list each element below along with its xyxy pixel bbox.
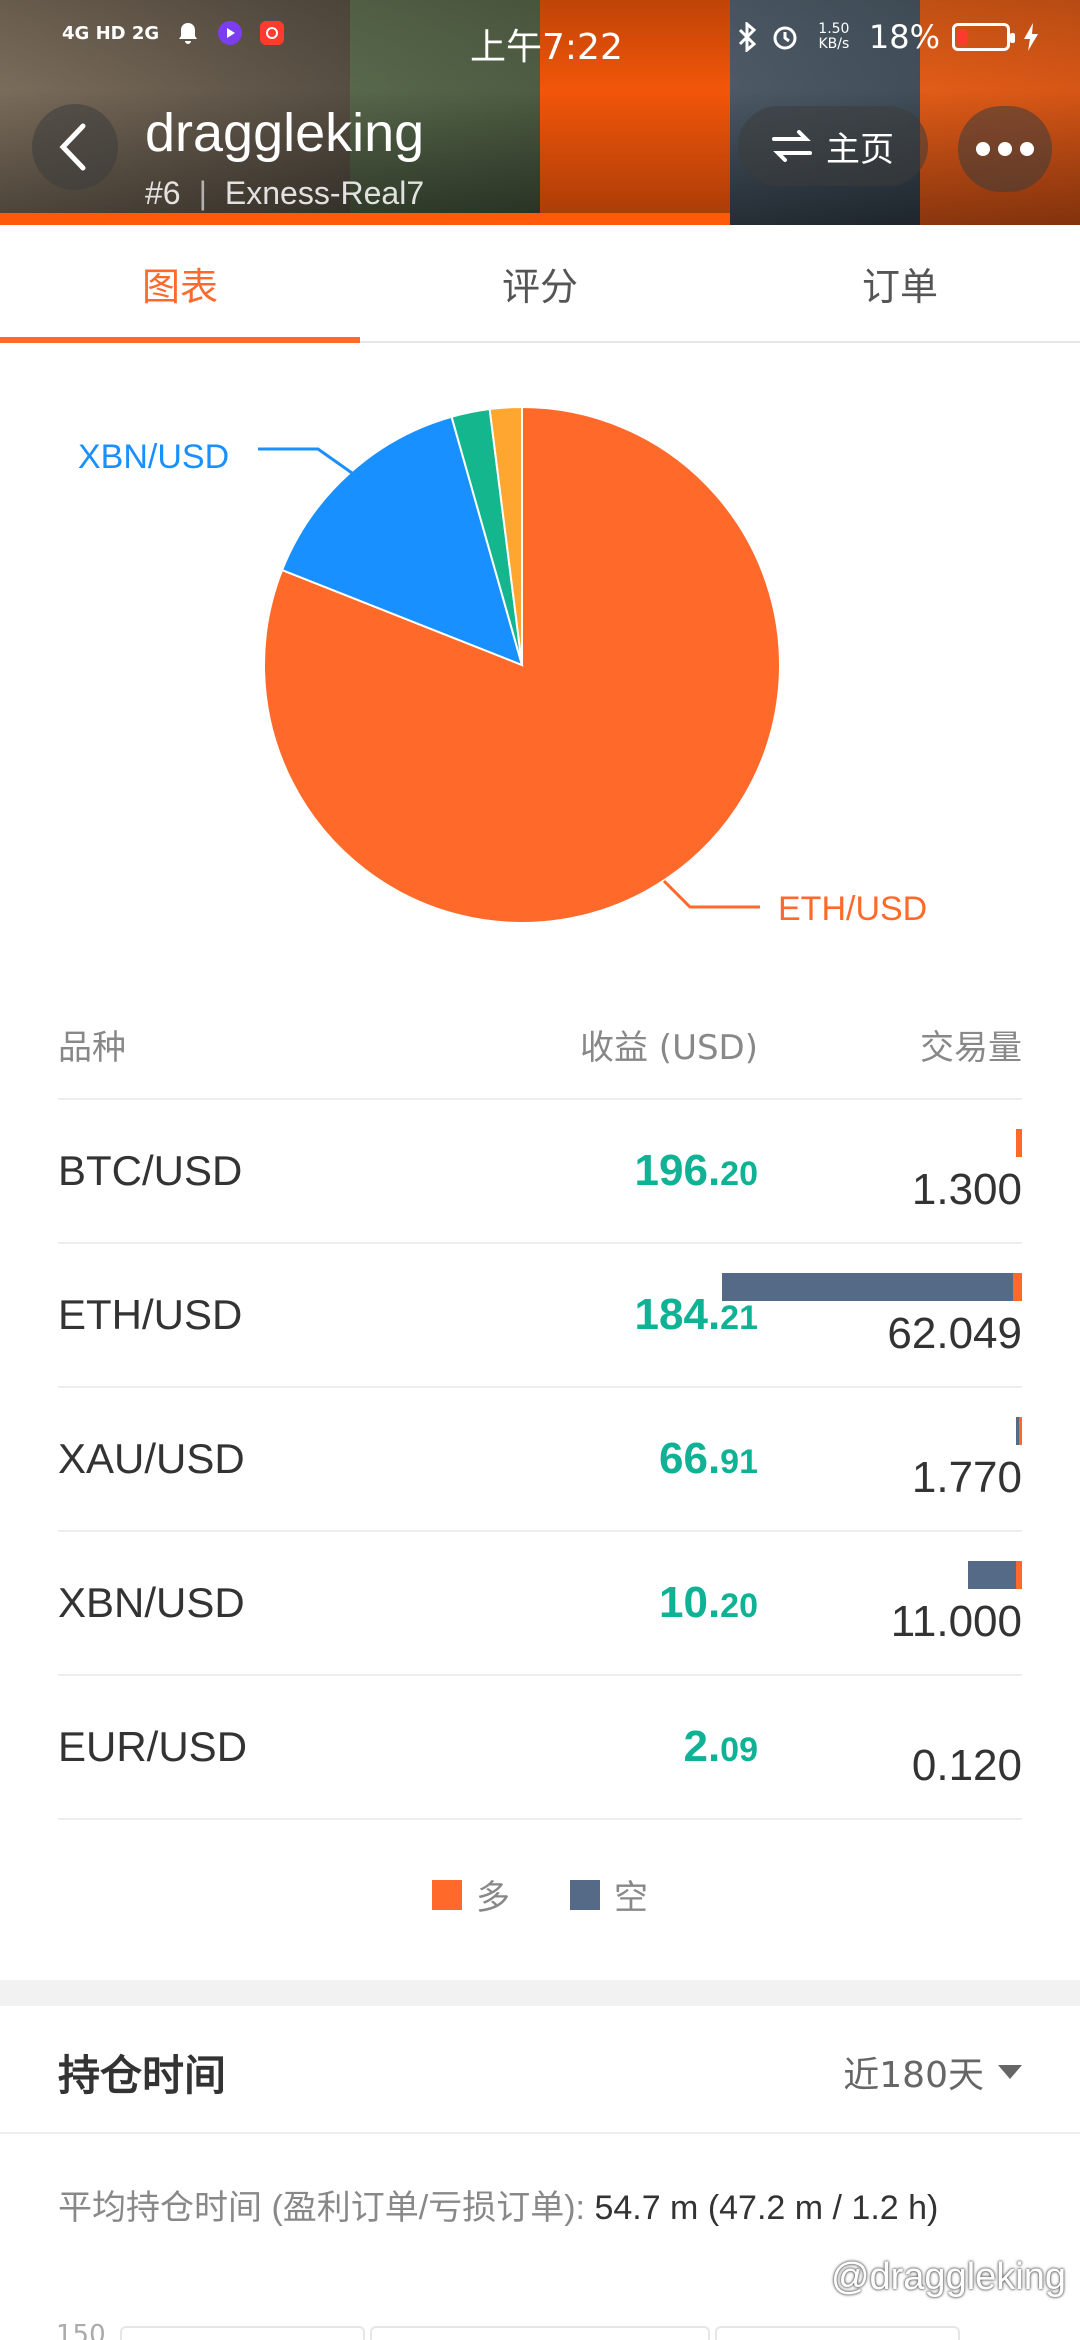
tab-chart[interactable]: 图表 xyxy=(0,225,360,343)
dot-icon xyxy=(998,142,1012,156)
dot-icon xyxy=(976,142,990,156)
row-profit: 10.20 xyxy=(659,1578,758,1627)
volume-bar xyxy=(968,1561,1022,1589)
chart-axis-tick: 150 xyxy=(56,2320,106,2340)
chart-bar-stub xyxy=(370,2326,710,2340)
tab-bar: 图表 评分 订单 xyxy=(0,225,1080,343)
legend-long: 多 xyxy=(432,1870,510,1919)
broker-account: Exness-Real7 xyxy=(224,175,425,211)
bluetooth-icon xyxy=(738,22,757,52)
leader-line-xbn xyxy=(258,447,353,475)
tab-rating[interactable]: 评分 xyxy=(360,225,720,341)
username: draggleking xyxy=(145,103,425,163)
symbol-pie-chart: XBN/USD ETH/USD xyxy=(0,345,1080,965)
symbol-table: 品种 收益 (USD) 交易量 BTC/USD 196.20 1.300 ETH… xyxy=(58,990,1022,1820)
period-dropdown[interactable]: 近180天 xyxy=(843,2046,1022,2098)
table-row[interactable]: XAU/USD 66.91 1.770 xyxy=(58,1388,1022,1532)
watermark: @draggleking xyxy=(784,2256,1066,2299)
volume-bar-long xyxy=(1019,1417,1022,1445)
volume-legend: 多 空 xyxy=(0,1870,1080,1919)
average-holding-time: 平均持仓时间 (盈利订单/亏损订单): 54.7 m (47.2 m / 1.2… xyxy=(58,2180,938,2229)
header-volume: 交易量 xyxy=(920,1027,1022,1068)
tab-orders[interactable]: 订单 xyxy=(720,225,1080,341)
row-symbol: XBN/USD xyxy=(58,1579,245,1626)
row-volume: 11.000 xyxy=(758,1531,1022,1675)
caret-down-icon xyxy=(998,2065,1022,2079)
avg-label: 平均持仓时间 (盈利订单/亏损订单): xyxy=(58,2189,585,2227)
volume-bar xyxy=(1016,1417,1022,1445)
row-volume-value: 1.770 xyxy=(911,1453,1022,1502)
rank-badge: #6 xyxy=(145,175,181,211)
volume-bar-short xyxy=(968,1561,1016,1589)
home-label: 主页 xyxy=(826,129,894,170)
row-symbol: ETH/USD xyxy=(58,1291,243,1338)
legend-swatch xyxy=(570,1879,600,1910)
chevron-left-icon xyxy=(59,123,86,171)
charging-icon xyxy=(1024,23,1038,51)
status-bar: 4G HD 2G 上午7:22 1.50 KB/s 18% xyxy=(0,0,1080,80)
avg-value: 54.7 m (47.2 m / 1.2 h) xyxy=(594,2189,939,2227)
table-row[interactable]: EUR/USD 2.09 0.120 xyxy=(58,1676,1022,1820)
table-row[interactable]: BTC/USD 196.20 1.300 xyxy=(58,1100,1022,1244)
volume-bar-long xyxy=(1016,1561,1022,1589)
clock: 上午7:22 xyxy=(470,27,623,68)
network-speed: 1.50 KB/s xyxy=(818,21,850,52)
battery-icon xyxy=(952,23,1015,51)
row-volume: 1.300 xyxy=(758,1099,1022,1243)
row-volume: 0.120 xyxy=(758,1675,1022,1819)
row-volume: 1.770 xyxy=(758,1387,1022,1531)
row-profit: 196.20 xyxy=(634,1146,758,1195)
legend-swatch xyxy=(432,1879,462,1910)
row-symbol: EUR/USD xyxy=(58,1723,248,1770)
back-button[interactable] xyxy=(32,104,118,190)
callout-label-eth: ETH/USD xyxy=(778,890,928,928)
callout-label-xbn: XBN/USD xyxy=(78,438,230,476)
legend-short-label: 空 xyxy=(614,1878,648,1918)
volume-bar xyxy=(1016,1129,1022,1157)
weibo-logo-icon xyxy=(787,2270,814,2292)
battery-percent: 18% xyxy=(868,18,940,56)
leader-line-eth xyxy=(662,879,760,909)
row-volume-value: 62.049 xyxy=(887,1309,1022,1358)
row-profit: 184.21 xyxy=(634,1290,758,1339)
volume-bar-long xyxy=(1016,1129,1022,1157)
table-header: 品种 收益 (USD) 交易量 xyxy=(58,990,1022,1100)
section-divider xyxy=(0,1980,1080,2006)
chart-bar-stub xyxy=(120,2326,365,2340)
row-symbol: XAU/USD xyxy=(58,1435,245,1482)
row-profit: 66.91 xyxy=(659,1434,758,1483)
watermark-text: @draggleking xyxy=(830,2256,1066,2298)
row-profit: 2.09 xyxy=(683,1722,758,1771)
header-symbol: 品种 xyxy=(58,1027,126,1068)
table-row[interactable]: ETH/USD 184.21 62.049 xyxy=(58,1244,1022,1388)
row-symbol: BTC/USD xyxy=(58,1147,243,1194)
chart-bar-stub xyxy=(715,2326,960,2340)
table-row[interactable]: XBN/USD 10.20 11.000 xyxy=(58,1532,1022,1676)
volume-bar-short xyxy=(722,1273,1013,1301)
legend-long-label: 多 xyxy=(476,1878,510,1918)
video-app-icon xyxy=(218,21,243,45)
more-menu-button[interactable] xyxy=(958,106,1052,192)
notification-bell-icon xyxy=(179,23,198,44)
row-volume-value: 1.300 xyxy=(911,1165,1022,1214)
header-profit: 收益 (USD) xyxy=(580,1027,758,1068)
row-volume-value: 0.120 xyxy=(911,1741,1022,1790)
switch-arrows-icon xyxy=(772,130,812,162)
legend-short: 空 xyxy=(570,1870,648,1919)
profile-header: 4G HD 2G 上午7:22 1.50 KB/s 18% dragglekin… xyxy=(0,0,1080,225)
alarm-icon xyxy=(773,26,797,50)
signal-indicator: 4G HD 2G xyxy=(62,22,160,44)
period-value: 近180天 xyxy=(843,2055,984,2096)
volume-bar xyxy=(722,1273,1022,1301)
row-volume: 62.049 xyxy=(722,1243,1022,1387)
dot-icon xyxy=(1020,142,1034,156)
account-info: #6 | Exness-Real7 xyxy=(145,175,425,211)
row-volume-value: 11.000 xyxy=(890,1597,1022,1646)
app-badge-icon xyxy=(260,21,285,45)
home-button[interactable]: 主页 xyxy=(738,106,928,186)
volume-bar-long xyxy=(1013,1273,1022,1301)
holding-time-title: 持仓时间 xyxy=(58,2051,227,2100)
